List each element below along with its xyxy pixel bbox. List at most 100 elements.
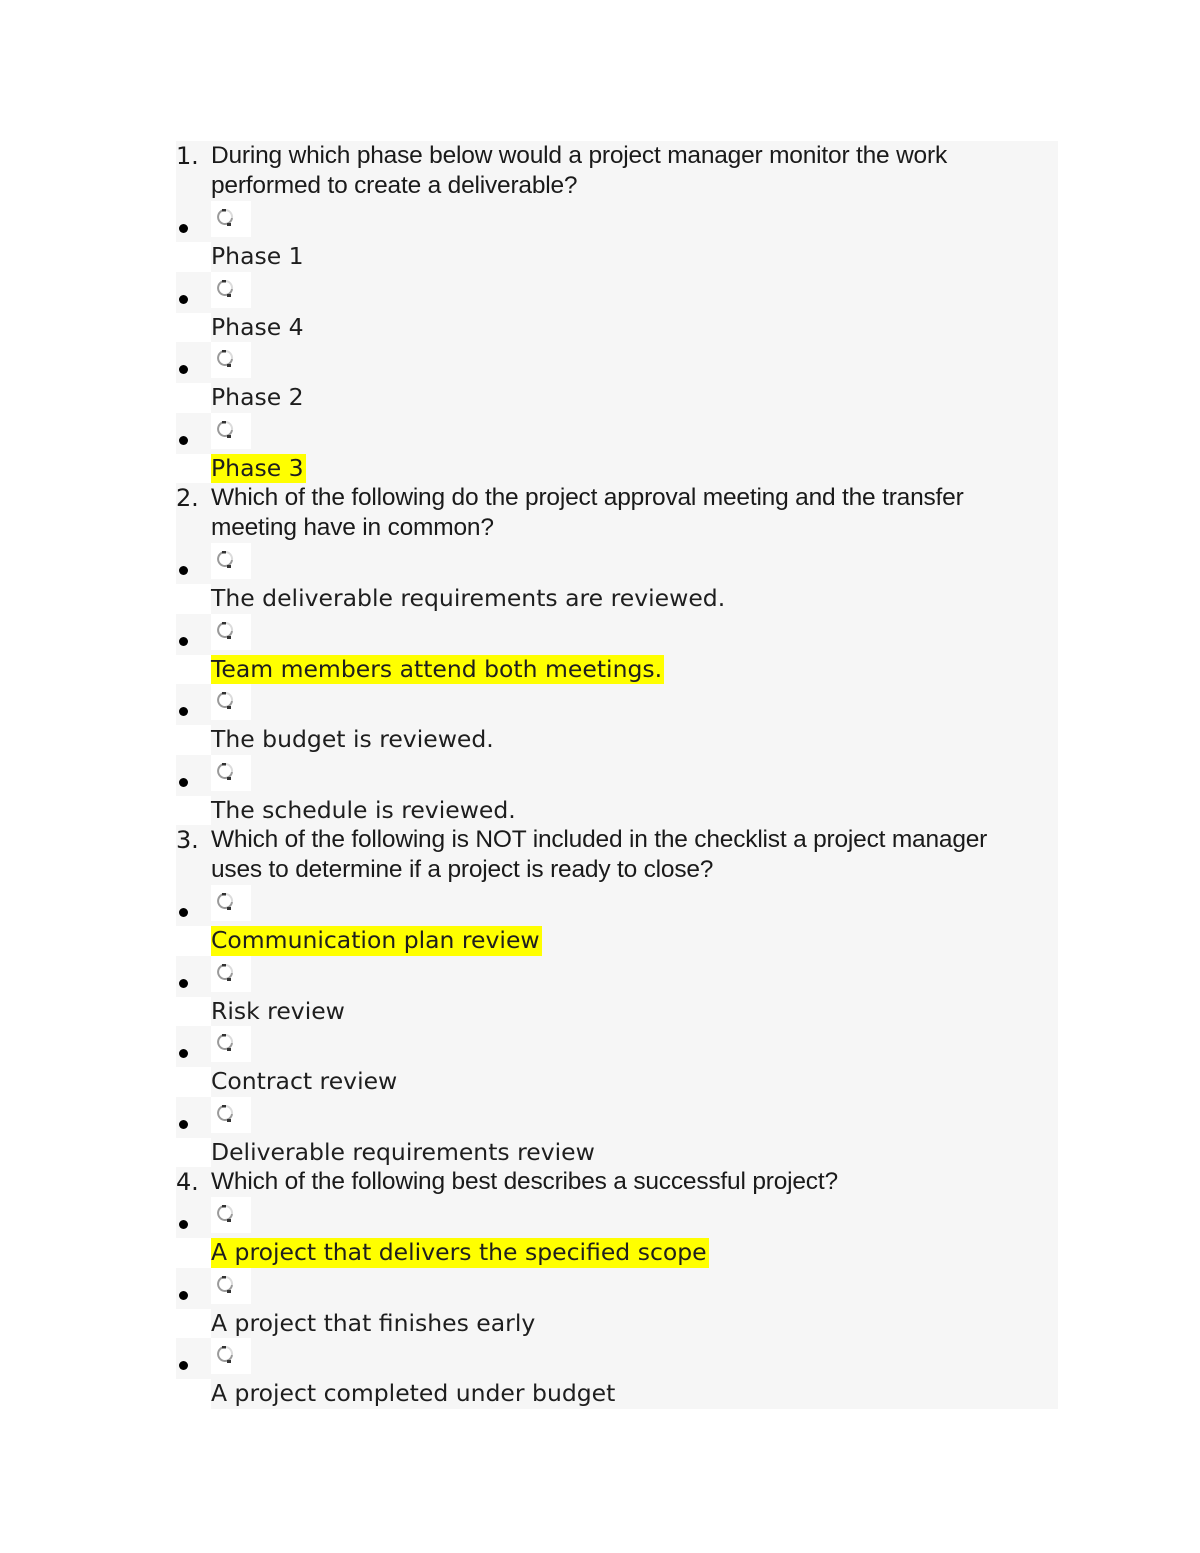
answer-label[interactable]: Phase 1 [211, 242, 306, 272]
row-background [176, 684, 1058, 725]
answer-label[interactable]: Deliverable requirements review [211, 1138, 597, 1168]
question-line: uses to determine if a project is ready … [176, 855, 1058, 885]
question-text: uses to determine if a project is ready … [211, 856, 714, 883]
bullet-icon [179, 636, 188, 646]
bullet-icon [179, 777, 188, 787]
question-text: During which phase below would a project… [211, 142, 947, 169]
row-background [176, 412, 1058, 454]
bullet-icon [179, 978, 188, 988]
answer-option: A project completed under budget [176, 1338, 1058, 1409]
row-background [176, 201, 1058, 242]
highlighted-answer-label[interactable]: Team members attend both meetings. [211, 654, 665, 684]
question: 1. During which phase below would a proje… [176, 141, 1058, 483]
answer-option: Phase 3 [176, 412, 1058, 483]
answer-option: The budget is reviewed. [176, 684, 1058, 755]
option-control-row [176, 1338, 1058, 1379]
option-label-row: Team members attend both meetings. [176, 654, 1058, 684]
highlighted-answer-label[interactable]: Phase 3 [211, 453, 306, 483]
option-label-row: A project that delivers the specified sc… [176, 1238, 1058, 1268]
row-background [176, 955, 1058, 997]
question-text: performed to create a deliverable? [211, 172, 578, 199]
bullet-icon [179, 908, 188, 917]
bullet-icon [179, 1119, 188, 1129]
option-control-row [176, 1096, 1058, 1138]
option-control-row [176, 412, 1058, 454]
answer-label[interactable]: Phase 4 [211, 313, 306, 343]
row-background [176, 1267, 1058, 1309]
radio-button[interactable] [211, 885, 251, 921]
answer-option: Team members attend both meetings. [176, 613, 1058, 684]
answer-label[interactable]: The deliverable requirements are reviewe… [211, 584, 727, 614]
option-label-row: Communication plan review [176, 926, 1058, 956]
answer-option: Risk review [176, 955, 1058, 1027]
radio-button[interactable] [211, 1096, 251, 1133]
option-label-row: Contract review [176, 1067, 1058, 1097]
radio-button[interactable] [211, 955, 251, 992]
option-control-row [176, 201, 1058, 242]
option-label-row: Risk review [176, 996, 1058, 1027]
option-label-row: A project completed under budget [176, 1379, 1058, 1409]
answer-option: The deliverable requirements are reviewe… [176, 543, 1058, 614]
row-background [176, 1197, 1058, 1238]
radio-button[interactable] [211, 1197, 251, 1233]
option-label-row: The deliverable requirements are reviewe… [176, 584, 1058, 614]
bullet-icon [179, 1220, 188, 1229]
answer-option: The schedule is reviewed. [176, 754, 1058, 826]
row-background [176, 613, 1058, 655]
option-control-row [176, 754, 1058, 796]
answer-label[interactable]: The schedule is reviewed. [211, 796, 518, 826]
option-control-row [176, 543, 1058, 584]
answer-label[interactable]: Contract review [211, 1067, 399, 1097]
row-background [176, 271, 1058, 313]
option-control-row [176, 684, 1058, 725]
option-label-row: A project that finishes early [176, 1308, 1058, 1339]
radio-button[interactable] [211, 342, 251, 378]
answer-option: Phase 1 [176, 201, 1058, 272]
question-text: meeting have in common? [211, 514, 494, 541]
option-control-row [176, 1197, 1058, 1238]
radio-button[interactable] [211, 271, 251, 308]
row-background [176, 342, 1058, 383]
row-background [211, 383, 1058, 413]
option-label-row: The budget is reviewed. [176, 725, 1058, 755]
question-number: 4. [176, 1168, 199, 1196]
highlighted-answer-label[interactable]: A project that delivers the specified sc… [211, 1238, 709, 1268]
question-number: 1. [176, 142, 199, 170]
option-control-row [176, 1267, 1058, 1309]
radio-button[interactable] [211, 1267, 251, 1304]
answer-label[interactable]: The budget is reviewed. [211, 725, 496, 755]
option-label-row: Phase 2 [176, 383, 1058, 413]
bullet-icon [179, 566, 188, 575]
row-background [176, 1338, 1058, 1379]
option-control-row [176, 342, 1058, 383]
answer-label[interactable]: A project that finishes early [211, 1309, 537, 1339]
answer-option: Phase 2 [176, 342, 1058, 413]
bullet-icon [179, 365, 188, 374]
radio-button[interactable] [211, 613, 251, 650]
quiz: 1. During which phase below would a proje… [176, 141, 1058, 1409]
question-line: 2. Which of the following do the project … [176, 483, 1058, 513]
answer-label[interactable]: Risk review [211, 997, 347, 1027]
radio-button[interactable] [211, 412, 251, 449]
question: 4. Which of the following best describes … [176, 1167, 1058, 1409]
radio-button[interactable] [211, 201, 251, 237]
radio-button[interactable] [211, 543, 251, 579]
question-number: 2. [176, 484, 199, 512]
radio-button[interactable] [211, 1338, 251, 1374]
option-control-row [176, 271, 1058, 313]
radio-button[interactable] [211, 684, 251, 720]
answer-label[interactable]: Phase 2 [211, 383, 306, 413]
row-background [211, 453, 1058, 483]
option-label-row: Deliverable requirements review [176, 1137, 1058, 1168]
option-label-row: Phase 4 [176, 312, 1058, 343]
highlighted-answer-label[interactable]: Communication plan review [211, 926, 542, 956]
answer-option: Communication plan review [176, 885, 1058, 956]
answer-label[interactable]: A project completed under budget [211, 1379, 617, 1409]
radio-button[interactable] [211, 754, 251, 791]
option-label-row: The schedule is reviewed. [176, 795, 1058, 826]
radio-button[interactable] [211, 1026, 251, 1062]
question-line: 1. During which phase below would a proje… [176, 141, 1058, 171]
option-control-row [176, 885, 1058, 926]
bullet-icon [179, 1049, 188, 1058]
option-control-row [176, 955, 1058, 997]
